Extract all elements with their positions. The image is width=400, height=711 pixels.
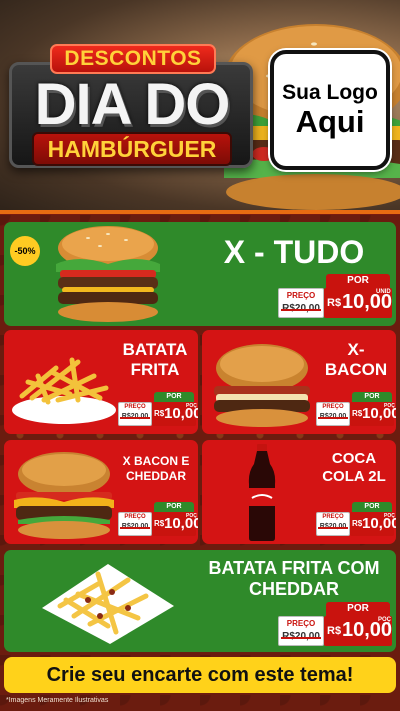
x-bacon-name-line1: X-: [347, 340, 365, 359]
product-card-xtudo[interactable]: X - TUDO POR PREÇO R$20,00 R$ 10,00 UNID: [4, 222, 396, 326]
xtudo-new-price: R$ 10,00 UNID: [324, 288, 392, 318]
batata-frita-name-line1: BATATA: [122, 340, 188, 359]
coca-cola-price-tag: POR PREÇO R$20,00 R$ 10,00 POÇ: [316, 502, 396, 536]
fries-image: [12, 357, 116, 424]
x-bacon-image: [214, 344, 310, 427]
badge-descontos: DESCONTOS: [50, 44, 216, 74]
coca-cola-name-line1: COCA: [331, 450, 377, 467]
batata-frita-price-tag: POR PREÇO R$20,00 R$ 10,00 POÇ: [118, 392, 198, 426]
coca-cola-name-line2: COLA 2L: [322, 468, 386, 485]
logo-text-line2: Aqui: [295, 104, 365, 139]
fries-cheddar-image: [42, 564, 174, 644]
x-bacon-cheddar-image: [14, 452, 114, 539]
header-banner: DESCONTOS DIA DO HAMBÚRGUER Sua Logo Aqu…: [0, 0, 400, 214]
xtudo-burger-image: [56, 226, 160, 322]
x-bacon-cheddar-price-tag: POR PREÇO R$20,00 R$ 10,00 POÇ: [118, 502, 198, 536]
product-card-x-bacon[interactable]: X- BACON POR PREÇO R$20,00 R$ 10,00 POÇ: [202, 330, 396, 434]
logo-placeholder[interactable]: Sua Logo Aqui: [270, 50, 390, 170]
product-card-coca-cola[interactable]: COCA COLA 2L POR PREÇO R$20,00 R$ 10,00 …: [202, 440, 396, 544]
coca-cola-bottle-image: [248, 444, 276, 541]
xtudo-por-label: POR: [326, 274, 390, 288]
xtudo-name: X - TUDO: [223, 234, 365, 270]
product-card-batata-frita[interactable]: BATATA FRITA POR PREÇO R$20,00 R$ 10,00 …: [4, 330, 198, 434]
x-bacon-cheddar-name-line1: X BACON E: [122, 454, 190, 468]
product-card-x-bacon-cheddar[interactable]: X BACON E CHEDDAR POR PREÇO R$20,00 R$ 1…: [4, 440, 198, 544]
page-subtitle: HAMBÚRGUER: [32, 132, 232, 166]
batata-cheddar-price-tag: POR PREÇO R$20,00 R$ 10,00 POÇ: [278, 602, 392, 646]
discount-badge: -50%: [10, 236, 40, 266]
disclaimer-text: *Imagens Meramente Ilustrativas: [6, 697, 109, 704]
product-card-batata-cheddar[interactable]: BATATA FRITA COM CHEDDAR POR PREÇO R$20,…: [4, 550, 396, 652]
batata-frita-name-line2: FRITA: [130, 360, 180, 379]
header-divider: [0, 210, 400, 214]
x-bacon-name-line2: BACON: [324, 360, 388, 379]
cta-banner[interactable]: Crie seu encarte com este tema!: [4, 657, 396, 693]
xtudo-preco-label: PREÇO: [286, 291, 316, 300]
logo-text-line1: Sua Logo: [282, 81, 378, 104]
xtudo-price-tag: POR PREÇO R$20,00 R$ 10,00 UNID: [278, 274, 392, 318]
xtudo-old-price: R$20,00: [279, 303, 323, 314]
page-title: DIA DO: [34, 72, 231, 137]
x-bacon-price-tag: POR PREÇO R$20,00 R$ 10,00 POÇ: [316, 392, 396, 426]
x-bacon-cheddar-name-line2: CHEDDAR: [126, 469, 186, 483]
batata-cheddar-name-line1: BATATA FRITA COM: [208, 558, 380, 578]
batata-cheddar-name-line2: CHEDDAR: [249, 579, 339, 599]
